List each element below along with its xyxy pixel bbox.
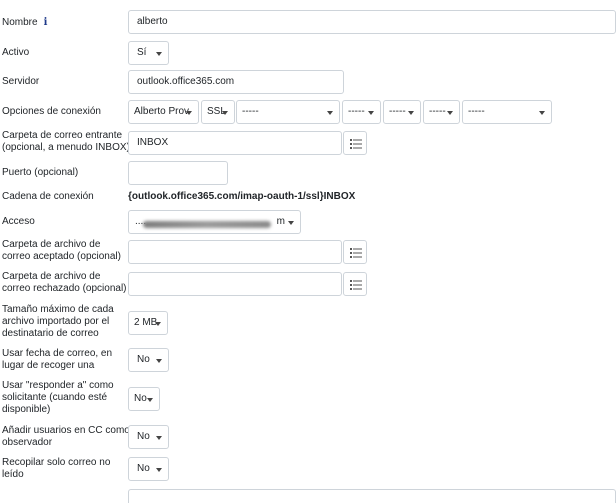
row-tamano: Tamaño máximo de cada archivo importado …	[0, 304, 616, 342]
cadena-label: Cadena de conexión	[2, 191, 94, 202]
row-servidor: Servidor outlook.office365.com	[0, 70, 616, 94]
cadena-value: {outlook.office365.com/imap-oauth-1/ssl}…	[128, 191, 356, 202]
redacted-account	[143, 221, 271, 228]
nombre-input[interactable]: alberto	[128, 10, 616, 34]
row-usar-fecha: Usar fecha de correo, en lugar de recoge…	[0, 348, 616, 374]
opciones-select-7[interactable]: -----	[462, 100, 552, 124]
archivo-aceptado-input[interactable]	[128, 240, 342, 264]
opciones-select-6[interactable]: -----	[423, 100, 460, 124]
activo-select[interactable]: Sí	[128, 41, 169, 65]
anadir-cc-label: Añadir usuarios en CC como observador	[2, 425, 130, 448]
responder-label: Usar "responder a" como solicitante (cua…	[2, 380, 114, 415]
next-field-input[interactable]	[128, 489, 616, 503]
servidor-label: Servidor	[2, 76, 40, 87]
tamano-label: Tamaño máximo de cada archivo importado …	[2, 304, 114, 339]
list-icon	[350, 280, 362, 290]
responder-select[interactable]: No	[128, 387, 160, 411]
archivo-rechazado-picker-button[interactable]	[343, 272, 367, 296]
row-cadena: Cadena de conexión {outlook.office365.co…	[0, 190, 616, 206]
info-icon[interactable]: i	[44, 17, 48, 29]
nombre-label: Nombre i	[2, 17, 48, 29]
opciones-select-4[interactable]: -----	[342, 100, 381, 124]
opciones-select-1[interactable]: Alberto Prov	[128, 100, 199, 124]
row-nombre: Nombre i alberto	[0, 10, 616, 36]
archivo-rechazado-label: Carpeta de archivo de correo rechazado (…	[2, 271, 127, 294]
opciones-select-5[interactable]: -----	[383, 100, 421, 124]
tamano-select[interactable]: 2 MB	[128, 311, 168, 335]
usar-fecha-label: Usar fecha de correo, en lugar de recoge…	[2, 348, 113, 371]
activo-label: Activo	[2, 47, 30, 58]
opciones-label: Opciones de conexión	[2, 106, 101, 117]
opciones-select-2[interactable]: SSL	[201, 100, 235, 124]
list-icon	[350, 248, 362, 258]
usar-fecha-select[interactable]: No	[128, 348, 169, 372]
row-anadir-cc: Añadir usuarios en CC como observador No	[0, 425, 616, 451]
archivo-rechazado-input[interactable]	[128, 272, 342, 296]
archivo-aceptado-picker-button[interactable]	[343, 240, 367, 264]
row-archivo-aceptado: Carpeta de archivo de correo aceptado (o…	[0, 239, 616, 265]
puerto-label: Puerto (opcional)	[2, 167, 79, 178]
anadir-cc-select[interactable]: No	[128, 425, 169, 449]
row-acceso: Acceso .... m	[0, 210, 616, 234]
archivo-aceptado-label: Carpeta de archivo de correo aceptado (o…	[2, 239, 121, 262]
row-responder: Usar "responder a" como solicitante (cua…	[0, 380, 616, 418]
row-puerto: Puerto (opcional)	[0, 161, 616, 185]
carpeta-entrante-input[interactable]: INBOX	[128, 131, 342, 155]
recopilar-label: Recopilar solo correo no leído	[2, 457, 111, 480]
carpeta-entrante-label: Carpeta de correo entrante (opcional, a …	[2, 130, 130, 153]
opciones-select-3[interactable]: -----	[236, 100, 340, 124]
row-carpeta-entrante: Carpeta de correo entrante (opcional, a …	[0, 130, 616, 156]
servidor-input[interactable]: outlook.office365.com	[128, 70, 344, 94]
folder-picker-button[interactable]	[343, 131, 367, 155]
list-icon	[350, 139, 362, 149]
puerto-input[interactable]	[128, 161, 228, 185]
recopilar-select[interactable]: No	[128, 457, 169, 481]
row-opciones: Opciones de conexión Alberto Prov SSL --…	[0, 100, 616, 124]
row-activo: Activo Sí	[0, 41, 616, 65]
row-archivo-rechazado: Carpeta de archivo de correo rechazado (…	[0, 271, 616, 297]
row-recopilar: Recopilar solo correo no leído No	[0, 457, 616, 483]
acceso-label: Acceso	[2, 216, 35, 227]
